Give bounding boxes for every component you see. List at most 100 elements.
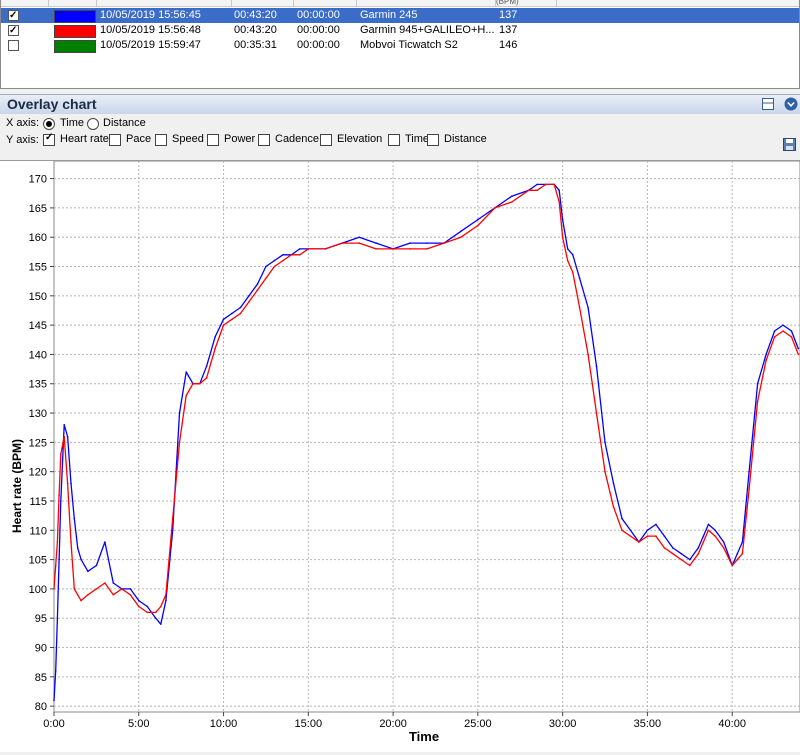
data-point bbox=[629, 529, 632, 532]
y-tick-label: 90 bbox=[35, 643, 47, 655]
y-axis-option-checkbox[interactable] bbox=[258, 134, 270, 146]
data-point bbox=[53, 588, 55, 590]
data-point bbox=[265, 265, 267, 268]
session-offset: 00:00:00 bbox=[297, 9, 340, 21]
collapse-chevron-icon[interactable] bbox=[784, 97, 798, 111]
data-point bbox=[587, 306, 589, 309]
session-device: Garmin 945+GALILEO+H... bbox=[360, 24, 495, 36]
data-point bbox=[199, 382, 201, 385]
data-point bbox=[205, 377, 208, 379]
y-axis-option-checkbox[interactable] bbox=[155, 134, 167, 146]
data-point bbox=[756, 382, 759, 385]
y-axis-option-checkbox[interactable] bbox=[388, 134, 400, 146]
data-point bbox=[273, 265, 276, 268]
y-axis-option-label[interactable]: Power bbox=[224, 133, 255, 145]
data-point bbox=[160, 623, 162, 625]
session-visible-checkbox[interactable] bbox=[8, 23, 19, 38]
data-point bbox=[689, 564, 691, 567]
layout-toggle-icon[interactable] bbox=[761, 97, 775, 111]
data-point bbox=[299, 248, 301, 250]
x-tick-label: 10:00 bbox=[210, 718, 238, 730]
session-duration: 00:35:31 bbox=[234, 39, 277, 51]
data-point bbox=[299, 254, 301, 256]
save-icon[interactable] bbox=[783, 138, 796, 151]
data-point bbox=[536, 189, 538, 192]
y-tick-label: 170 bbox=[29, 174, 47, 186]
session-row[interactable]: 10/05/2019 15:56:45 00:43:20 00:00:00 Garmi… bbox=[1, 8, 799, 23]
session-list-header: (BPM) bbox=[1, 0, 799, 7]
x-axis-distance-label[interactable]: Distance bbox=[103, 117, 146, 129]
series-color-swatch[interactable] bbox=[54, 40, 96, 53]
data-point bbox=[282, 259, 284, 262]
session-hr: 146 bbox=[499, 39, 518, 51]
data-point bbox=[722, 541, 725, 543]
y-axis-option-checkbox[interactable] bbox=[207, 134, 219, 146]
data-point bbox=[553, 183, 555, 186]
data-point bbox=[129, 588, 132, 590]
data-point bbox=[60, 500, 62, 502]
session-duration: 00:43:20 bbox=[234, 9, 277, 21]
data-point bbox=[341, 242, 344, 244]
session-row[interactable]: 10/05/2019 15:56:48 00:43:20 00:00:00 Garmi… bbox=[1, 23, 799, 38]
data-point bbox=[561, 236, 564, 238]
data-point bbox=[165, 594, 167, 596]
y-axis-option-label[interactable]: Time bbox=[405, 133, 429, 145]
data-point bbox=[248, 295, 250, 297]
series-color-swatch[interactable] bbox=[54, 25, 96, 38]
data-point bbox=[773, 336, 776, 338]
data-point bbox=[95, 564, 98, 567]
x-tick-label: 15:00 bbox=[295, 718, 323, 730]
data-point bbox=[595, 412, 598, 414]
series-color-swatch[interactable] bbox=[54, 10, 96, 23]
y-axis-option-label[interactable]: Distance bbox=[444, 133, 487, 145]
x-tick-label: 40:00 bbox=[718, 718, 746, 730]
y-axis-option-label[interactable]: Speed bbox=[172, 133, 204, 145]
data-point bbox=[185, 371, 187, 373]
y-axis-option-checkbox[interactable] bbox=[43, 132, 55, 146]
session-visible-checkbox[interactable] bbox=[8, 8, 19, 23]
y-axis-option-label[interactable]: Pace bbox=[126, 133, 151, 145]
data-point bbox=[63, 424, 65, 426]
data-point bbox=[494, 207, 496, 209]
y-axis-option-label[interactable]: Elevation bbox=[337, 133, 382, 145]
y-tick-label: 165 bbox=[29, 203, 47, 215]
y-axis-option-label[interactable]: Cadence bbox=[275, 133, 319, 145]
y-axis-option-checkbox[interactable] bbox=[427, 134, 439, 146]
data-point bbox=[231, 318, 233, 321]
x-axis-distance-radio[interactable] bbox=[87, 118, 99, 130]
data-point bbox=[112, 594, 115, 596]
data-point bbox=[558, 189, 560, 192]
data-point bbox=[58, 558, 60, 561]
data-point bbox=[748, 488, 750, 491]
hr-column-header[interactable]: (BPM) bbox=[496, 0, 557, 6]
session-visible-checkbox[interactable] bbox=[8, 40, 19, 51]
x-axis-time-radio[interactable] bbox=[43, 118, 55, 130]
session-row[interactable]: 10/05/2019 15:59:47 00:35:31 00:00:00 Mobvo… bbox=[1, 38, 799, 53]
y-tick-label: 135 bbox=[29, 379, 47, 391]
session-offset: 00:00:00 bbox=[297, 24, 340, 36]
y-tick-label: 160 bbox=[29, 232, 47, 244]
data-point bbox=[572, 254, 574, 256]
data-point bbox=[66, 482, 69, 485]
overlay-chart-titlebar: Overlay chart bbox=[0, 94, 800, 115]
data-point bbox=[70, 541, 72, 543]
y-axis-option-checkbox[interactable] bbox=[320, 134, 332, 146]
data-point bbox=[612, 482, 615, 485]
axis-controls: X axis: Time Distance Y axis: Heart rate… bbox=[0, 114, 800, 154]
data-point bbox=[460, 236, 462, 238]
data-point bbox=[587, 353, 589, 356]
data-point bbox=[773, 330, 776, 332]
session-hr: 137 bbox=[499, 9, 518, 21]
y-axis-option-label[interactable]: Heart rate bbox=[60, 133, 109, 145]
data-point bbox=[409, 248, 411, 250]
data-point bbox=[146, 605, 149, 608]
data-point bbox=[178, 441, 181, 444]
y-axis-option-checkbox[interactable] bbox=[109, 134, 121, 146]
data-point bbox=[797, 347, 800, 350]
data-point bbox=[214, 336, 216, 338]
data-point bbox=[621, 517, 623, 520]
data-point bbox=[56, 541, 59, 543]
data-point bbox=[672, 552, 674, 555]
data-point bbox=[604, 441, 606, 444]
x-axis-time-label[interactable]: Time bbox=[60, 117, 84, 129]
